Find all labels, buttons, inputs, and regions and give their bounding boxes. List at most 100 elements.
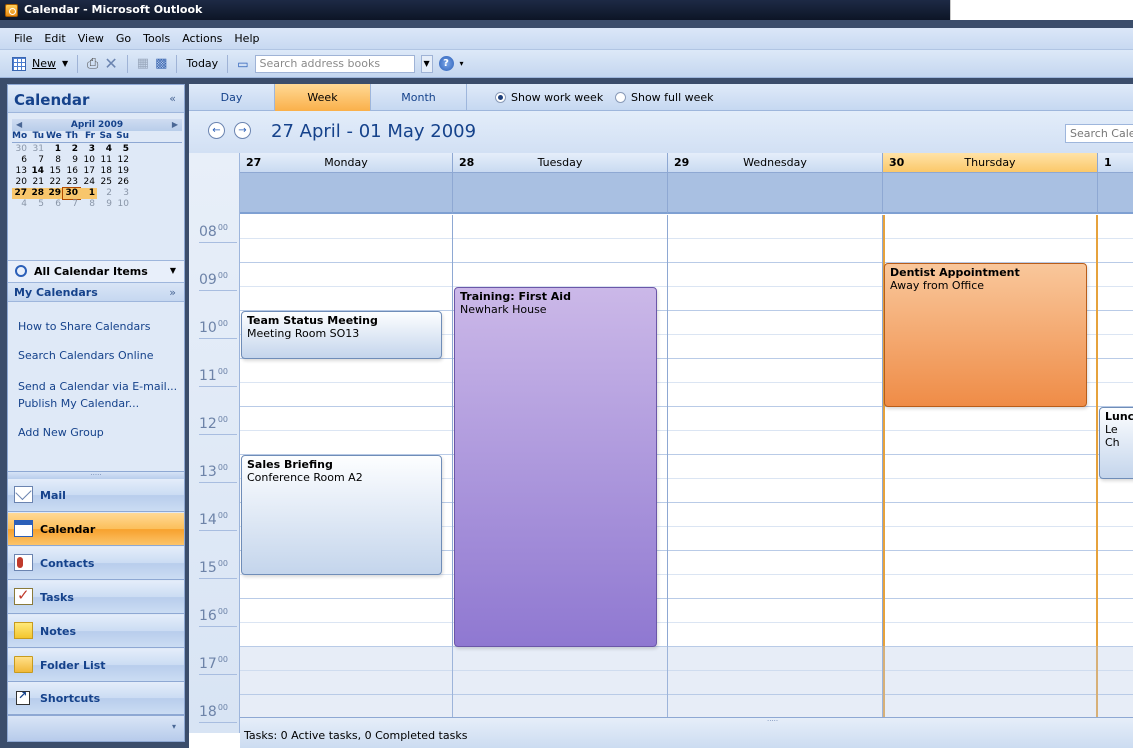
link-search-calendars-online[interactable]: Search Calendars Online xyxy=(18,349,153,362)
link-how-to-share[interactable]: How to Share Calendars xyxy=(18,320,150,333)
mini-calendar-day[interactable]: 28 xyxy=(29,188,46,199)
mini-calendar-day[interactable]: 2 xyxy=(97,188,114,199)
mini-calendar-day[interactable]: 14 xyxy=(29,166,46,177)
forward-arrow-icon[interactable]: → xyxy=(234,122,251,139)
all-day-event-area[interactable] xyxy=(1098,173,1133,214)
mini-calendar-day[interactable]: 26 xyxy=(114,177,131,188)
tab-week[interactable]: Week xyxy=(275,84,371,111)
help-icon[interactable]: ? xyxy=(438,56,454,71)
all-calendar-items-selector[interactable]: All Calendar Items ▼ xyxy=(8,260,184,282)
mini-calendar-day[interactable]: 23 xyxy=(63,177,80,188)
search-address-books-input[interactable]: Search address books xyxy=(254,54,415,73)
address-book-icon[interactable]: ▭ xyxy=(237,57,248,71)
work-week-option[interactable]: Show work week xyxy=(495,84,603,111)
menu-file[interactable]: File xyxy=(14,32,32,45)
mini-calendar-day[interactable]: 8 xyxy=(80,199,97,210)
mini-calendar-day[interactable]: 6 xyxy=(12,155,29,166)
day-header[interactable]: 28 Tuesday xyxy=(453,153,668,173)
collapse-section-icon[interactable]: » xyxy=(169,286,176,299)
menu-edit[interactable]: Edit xyxy=(44,32,65,45)
full-week-option[interactable]: Show full week xyxy=(615,84,714,111)
mini-calendar-day[interactable]: 30 xyxy=(12,144,29,155)
day-header[interactable]: 30 Thursday xyxy=(883,153,1098,173)
mini-calendar-day[interactable]: 31 xyxy=(29,144,46,155)
menu-help[interactable]: Help xyxy=(234,32,259,45)
menu-actions[interactable]: Actions xyxy=(182,32,222,45)
mini-calendar-day[interactable]: 30 xyxy=(62,187,81,200)
delete-icon[interactable]: ✕ xyxy=(104,54,117,73)
mini-calendar-day[interactable]: 5 xyxy=(29,199,46,210)
configure-buttons-bar[interactable]: ▾ xyxy=(8,715,184,741)
mini-calendar-day[interactable]: 17 xyxy=(80,166,97,177)
day-header[interactable]: 29 Wednesday xyxy=(668,153,883,173)
configure-buttons-icon[interactable]: ▾ xyxy=(172,722,176,731)
mini-calendar-day[interactable]: 11 xyxy=(97,155,114,166)
resize-grip[interactable]: ····· xyxy=(767,717,778,725)
next-month-icon[interactable]: ▶ xyxy=(172,119,178,131)
mini-calendar-day[interactable]: 6 xyxy=(46,199,63,210)
mini-calendar-day[interactable]: 19 xyxy=(114,166,131,177)
toolbar-options-icon[interactable]: ▾ xyxy=(460,59,464,68)
appointment[interactable]: Team Status Meeting Meeting Room SO13 xyxy=(241,311,442,359)
mini-calendar-day[interactable]: 9 xyxy=(97,199,114,210)
mini-calendar-day[interactable]: 10 xyxy=(80,155,97,166)
mini-calendar-day[interactable]: 2 xyxy=(63,144,80,155)
day-header[interactable]: 27 Monday xyxy=(240,153,453,173)
nav-button-contacts[interactable]: Contacts xyxy=(8,547,184,580)
appointment[interactable]: Dentist Appointment Away from Office xyxy=(884,263,1087,407)
day-column[interactable] xyxy=(668,215,883,717)
mini-calendar-day[interactable]: 27 xyxy=(12,188,29,199)
menu-view[interactable]: View xyxy=(78,32,104,45)
nav-button-tasks[interactable]: Tasks xyxy=(8,581,184,614)
new-button[interactable]: New xyxy=(32,57,56,70)
prev-month-icon[interactable]: ◀ xyxy=(16,119,22,131)
chevron-down-icon[interactable]: ▼ xyxy=(170,266,176,275)
menu-go[interactable]: Go xyxy=(116,32,131,45)
mini-calendar-day[interactable]: 15 xyxy=(46,166,63,177)
link-publish-calendar[interactable]: Publish My Calendar... xyxy=(18,397,139,410)
mini-calendar-day[interactable]: 20 xyxy=(12,177,29,188)
appointment[interactable]: Training: First Aid Newhark House xyxy=(454,287,657,647)
nav-button-shortcuts[interactable]: Shortcuts xyxy=(8,682,184,715)
mini-calendar-day[interactable]: 16 xyxy=(63,166,80,177)
all-day-event-area[interactable] xyxy=(668,173,883,214)
appointment[interactable]: Sales Briefing Conference Room A2 xyxy=(241,455,442,575)
all-day-event-area[interactable] xyxy=(453,173,668,214)
mini-calendar-day[interactable]: 8 xyxy=(46,155,63,166)
mini-calendar-day[interactable]: 1 xyxy=(80,188,97,199)
move-to-folder-icon[interactable]: ▦ xyxy=(137,56,149,71)
pane-splitter[interactable]: ····· xyxy=(8,471,184,479)
mini-calendar-day[interactable]: 7 xyxy=(29,155,46,166)
mini-calendar-day[interactable]: 13 xyxy=(12,166,29,177)
mini-calendar-day[interactable]: 7 xyxy=(63,199,80,210)
nav-button-mail[interactable]: Mail xyxy=(8,479,184,512)
nav-button-calendar[interactable]: Calendar xyxy=(8,513,184,546)
mini-calendar-day[interactable]: 3 xyxy=(114,188,131,199)
mini-calendar-day[interactable]: 5 xyxy=(114,144,131,155)
all-day-event-area[interactable] xyxy=(240,173,453,214)
appointment[interactable]: LunchLe Ch xyxy=(1099,407,1133,479)
search-address-books-dropdown[interactable]: ▼ xyxy=(420,54,433,73)
mini-calendar-day[interactable]: 3 xyxy=(80,144,97,155)
day-header[interactable]: 1 xyxy=(1098,153,1133,173)
radio-selected-icon[interactable] xyxy=(495,92,506,103)
tab-day[interactable]: Day xyxy=(189,84,275,111)
search-calendar-input[interactable]: Search Caler xyxy=(1065,124,1133,143)
link-add-new-group[interactable]: Add New Group xyxy=(18,426,104,439)
my-calendars-header[interactable]: My Calendars » xyxy=(8,282,184,302)
mini-calendar-day[interactable]: 18 xyxy=(97,166,114,177)
menu-tools[interactable]: Tools xyxy=(143,32,170,45)
back-arrow-icon[interactable]: ← xyxy=(208,122,225,139)
collapse-pane-icon[interactable]: « xyxy=(169,92,176,105)
mini-calendar-day[interactable]: 22 xyxy=(46,177,63,188)
radio-unselected-icon[interactable] xyxy=(615,92,626,103)
mini-calendar-day[interactable]: 1 xyxy=(46,144,63,155)
mini-calendar-day[interactable]: 25 xyxy=(97,177,114,188)
mini-calendar-day[interactable]: 12 xyxy=(114,155,131,166)
mini-calendar-day[interactable]: 4 xyxy=(12,199,29,210)
categorize-icon[interactable]: ▩ xyxy=(155,56,167,71)
print-icon[interactable]: ⎙ xyxy=(87,56,98,72)
mini-calendar-day[interactable]: 10 xyxy=(114,199,131,210)
all-day-event-area[interactable] xyxy=(883,173,1098,214)
mini-calendar-day[interactable]: 4 xyxy=(97,144,114,155)
